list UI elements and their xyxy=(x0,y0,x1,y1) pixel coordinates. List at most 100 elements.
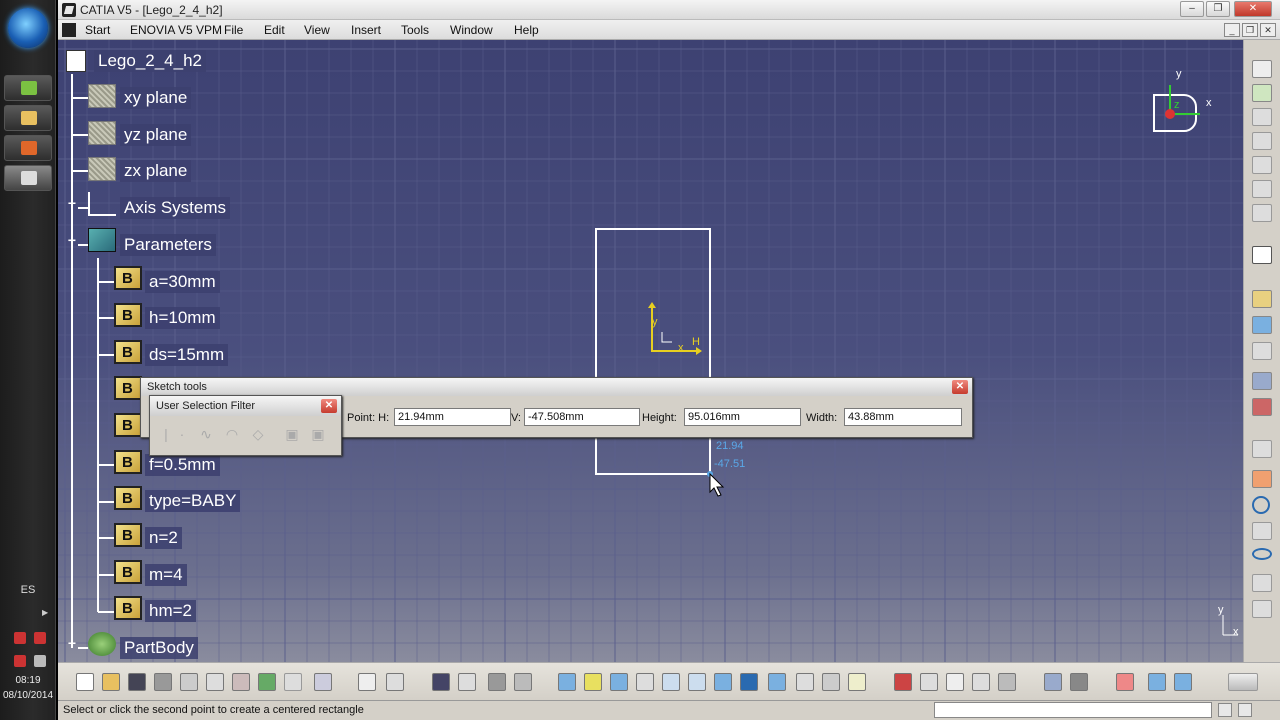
tool-icon[interactable] xyxy=(1174,673,1192,691)
parameter-icon[interactable] xyxy=(114,303,142,327)
v-field[interactable]: -47.508mm xyxy=(524,408,640,426)
parameter-icon[interactable] xyxy=(114,450,142,474)
iso-view-icon[interactable] xyxy=(768,673,786,691)
tree-item-axis-systems[interactable]: Axis Systems xyxy=(120,197,231,219)
collapse-parameters-icon[interactable]: − xyxy=(66,233,78,247)
catia-app-icon[interactable] xyxy=(62,3,76,17)
plane-icon[interactable] xyxy=(88,157,116,181)
rectangle-tool-icon[interactable] xyxy=(1252,470,1272,488)
menu-tools[interactable]: Tools xyxy=(401,23,429,37)
rotate-icon[interactable] xyxy=(636,673,654,691)
sketcher-tool-icon[interactable] xyxy=(946,673,964,691)
windows-start-button[interactable] xyxy=(8,8,48,48)
constraint-icon[interactable] xyxy=(514,673,532,691)
save-icon[interactable] xyxy=(128,673,146,691)
command-button[interactable] xyxy=(1218,703,1232,717)
mdi-restore-button[interactable]: ❐ xyxy=(1242,23,1258,37)
parameter-icon[interactable] xyxy=(114,596,142,620)
copy-icon[interactable] xyxy=(206,673,224,691)
tool-icon[interactable] xyxy=(1148,673,1166,691)
tree-item-zx-plane[interactable]: zx plane xyxy=(120,160,192,182)
height-field[interactable]: 95.016mm xyxy=(684,408,801,426)
quick-select-icon[interactable]: ▣ xyxy=(308,426,328,444)
expand-partbody-icon[interactable]: + xyxy=(66,636,78,650)
snap-icon[interactable] xyxy=(458,673,476,691)
mdi-minimize-button[interactable]: _ xyxy=(1224,23,1240,37)
tool-icon[interactable] xyxy=(1252,316,1272,334)
parameter-icon[interactable] xyxy=(114,523,142,547)
sketcher-tool-icon[interactable] xyxy=(920,673,938,691)
network-icon[interactable] xyxy=(14,632,26,644)
tree-param-type[interactable]: type=BABY xyxy=(145,490,241,512)
parameters-set-icon[interactable] xyxy=(88,228,116,252)
part-document-icon[interactable] xyxy=(66,50,86,72)
tree-item-partbody[interactable]: PartBody xyxy=(120,637,198,659)
taskbar-app-explorer[interactable] xyxy=(4,105,52,131)
tree-param-f[interactable]: f=0.5mm xyxy=(145,454,220,476)
tool-icon[interactable] xyxy=(1252,132,1272,150)
fly-icon[interactable] xyxy=(558,673,576,691)
menu-enovia[interactable]: ENOVIA V5 VPM xyxy=(130,23,222,37)
grid-icon[interactable] xyxy=(432,673,450,691)
volume-filter-icon[interactable]: ◇ xyxy=(248,426,268,444)
menu-insert[interactable]: Insert xyxy=(351,23,381,37)
clock-date[interactable]: 08/10/2014 xyxy=(0,690,56,701)
mdi-close-button[interactable]: ✕ xyxy=(1260,23,1276,37)
parameter-icon[interactable] xyxy=(114,560,142,584)
document-icon[interactable] xyxy=(62,23,76,37)
tree-param-m[interactable]: m=4 xyxy=(145,564,187,586)
redo-icon[interactable] xyxy=(284,673,302,691)
tree-param-ds[interactable]: ds=15mm xyxy=(145,344,229,366)
part-body-icon[interactable] xyxy=(88,632,116,656)
sketcher-tool-icon[interactable] xyxy=(972,673,990,691)
clock-time[interactable]: 08:19 xyxy=(0,675,56,686)
formula-icon[interactable] xyxy=(358,673,376,691)
tool-icon[interactable] xyxy=(1252,156,1272,174)
normal-view-icon[interactable] xyxy=(714,673,732,691)
taskbar-app-catia[interactable] xyxy=(4,165,52,191)
profile-icon[interactable] xyxy=(1252,440,1272,458)
tree-item-xy-plane[interactable]: xy plane xyxy=(120,87,192,109)
tool-icon[interactable] xyxy=(1044,673,1062,691)
whats-this-icon[interactable] xyxy=(314,673,332,691)
user-selection-filter-title[interactable]: User Selection Filter xyxy=(150,396,341,416)
width-field[interactable]: 43.88mm xyxy=(844,408,962,426)
axis-system-icon[interactable] xyxy=(88,192,116,216)
language-indicator[interactable]: ES xyxy=(0,584,56,596)
sketch-tools-title[interactable]: Sketch tools xyxy=(141,378,972,396)
parameter-icon[interactable] xyxy=(114,486,142,510)
parameter-icon[interactable] xyxy=(114,266,142,290)
taskbar-app-notepad[interactable] xyxy=(4,75,52,101)
menu-file[interactable]: File xyxy=(224,23,243,37)
cut-icon[interactable] xyxy=(180,673,198,691)
tool-icon[interactable] xyxy=(1252,180,1272,198)
ellipse-tool-icon[interactable] xyxy=(1252,548,1272,560)
parameter-icon[interactable] xyxy=(114,376,142,400)
menu-edit[interactable]: Edit xyxy=(264,23,285,37)
tree-param-n[interactable]: n=2 xyxy=(145,527,182,549)
undo-icon[interactable] xyxy=(258,673,276,691)
surface-filter-icon[interactable]: ◠ xyxy=(222,426,242,444)
tool-icon[interactable] xyxy=(1252,398,1272,416)
tool-icon[interactable] xyxy=(1252,204,1272,222)
spline-tool-icon[interactable] xyxy=(1252,522,1272,540)
taskbar-app-powerpoint[interactable] xyxy=(4,135,52,161)
user-selection-filter-close-button[interactable]: ✕ xyxy=(321,399,337,413)
circle-tool-icon[interactable] xyxy=(1252,496,1270,514)
menu-start[interactable]: Start xyxy=(85,23,110,37)
select-arrow-icon[interactable] xyxy=(1252,246,1272,264)
expand-axis-systems-icon[interactable]: + xyxy=(66,196,78,210)
knowledge-icon[interactable] xyxy=(386,673,404,691)
point-h-field[interactable]: 21.94mm xyxy=(394,408,511,426)
close-button[interactable]: ✕ xyxy=(1234,1,1272,17)
render-icon[interactable] xyxy=(796,673,814,691)
volume-icon[interactable] xyxy=(34,655,46,667)
paste-icon[interactable] xyxy=(232,673,250,691)
line-tool-icon[interactable] xyxy=(1252,574,1272,592)
tool-icon[interactable] xyxy=(1070,673,1088,691)
hide-show-icon[interactable] xyxy=(822,673,840,691)
tree-param-a[interactable]: a=30mm xyxy=(145,271,220,293)
exit-workbench-icon[interactable] xyxy=(1252,84,1272,102)
multi-view-icon[interactable] xyxy=(740,673,758,691)
menu-view[interactable]: View xyxy=(304,23,330,37)
